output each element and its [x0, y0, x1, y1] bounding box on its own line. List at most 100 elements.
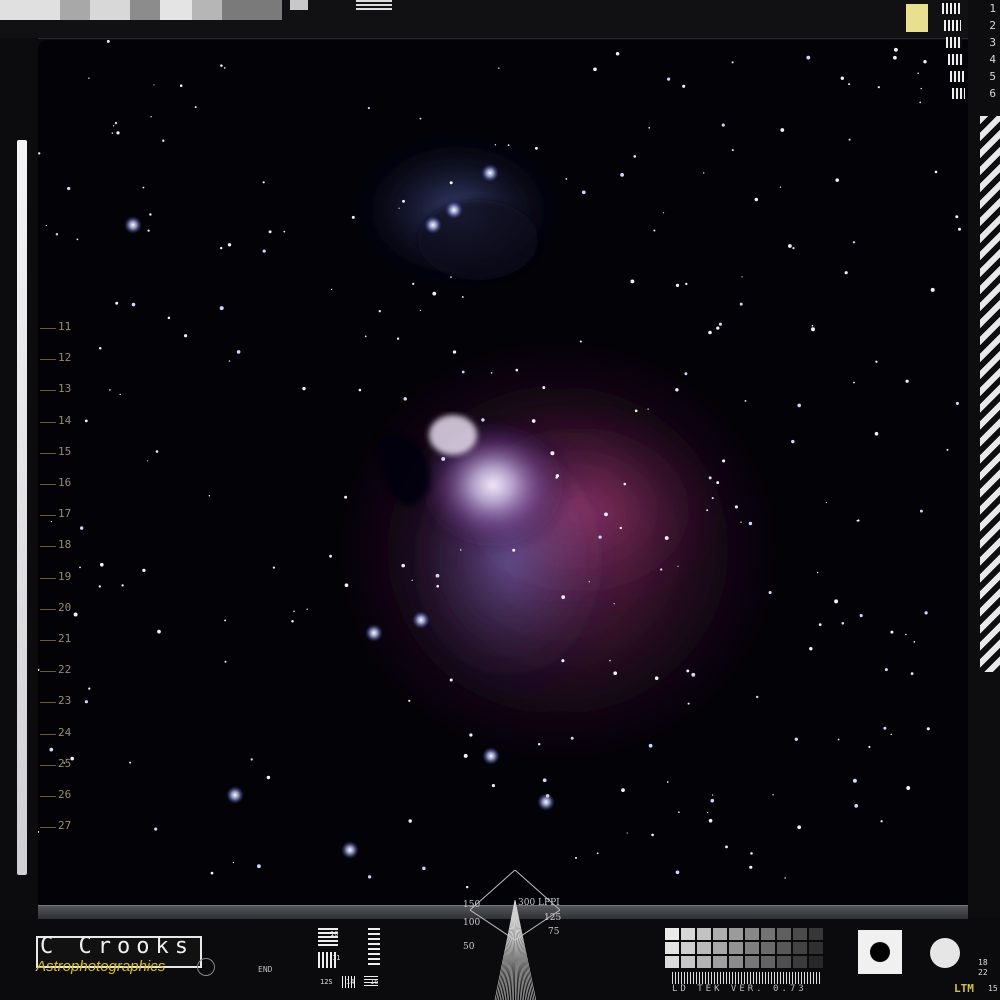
- star: [852, 778, 857, 783]
- star: [155, 450, 159, 453]
- star: [792, 246, 795, 250]
- star: [236, 350, 241, 354]
- star: [604, 512, 608, 517]
- logo-title: C Crooks: [40, 934, 194, 959]
- scale-tick: [40, 484, 56, 485]
- star: [633, 155, 637, 158]
- star: [835, 178, 839, 182]
- star: [634, 409, 638, 413]
- star: [893, 47, 898, 52]
- star: [710, 798, 715, 803]
- star: [660, 568, 663, 571]
- star: [754, 197, 759, 202]
- star: [593, 67, 597, 72]
- star: [647, 408, 649, 410]
- star: [718, 322, 722, 326]
- star: [675, 870, 680, 875]
- star: [877, 86, 880, 89]
- star: [147, 229, 150, 232]
- star: [512, 548, 516, 552]
- star: [854, 804, 859, 808]
- res-key-bars: [950, 71, 964, 82]
- star: [111, 132, 114, 134]
- star: [930, 287, 935, 292]
- star: [153, 84, 155, 86]
- star: [890, 630, 894, 634]
- bright-star: [537, 793, 555, 811]
- star: [67, 186, 71, 191]
- star: [648, 126, 651, 129]
- scale-tick: [40, 827, 56, 829]
- res-key-label: 6: [989, 87, 996, 100]
- logo-subtitle: Astrophotographics: [36, 958, 166, 975]
- star: [344, 495, 348, 499]
- gray-step: [697, 956, 711, 968]
- star: [401, 563, 405, 568]
- star: [874, 431, 879, 436]
- res-key-label: 1: [989, 2, 996, 15]
- star: [834, 599, 839, 604]
- star: [114, 121, 118, 125]
- side-num-15: 15: [988, 984, 998, 993]
- star: [797, 403, 802, 408]
- star: [920, 87, 922, 90]
- gray-step: [729, 956, 743, 968]
- star: [154, 827, 158, 831]
- resolution-key: 1 2 3 4 5 6: [940, 0, 1000, 112]
- res-key-label: 2: [989, 19, 996, 32]
- star: [396, 337, 400, 340]
- nebula-starfield: [38, 40, 961, 889]
- star: [816, 571, 819, 574]
- star: [613, 603, 615, 605]
- star: [481, 418, 485, 422]
- scale-label: 11: [58, 320, 72, 333]
- star: [113, 125, 115, 127]
- scale-tick: [40, 546, 56, 548]
- star: [588, 581, 590, 583]
- star: [686, 669, 690, 673]
- star: [788, 244, 792, 248]
- star: [228, 360, 231, 362]
- star: [119, 393, 121, 396]
- star: [542, 386, 546, 390]
- bright-star: [412, 611, 430, 629]
- star: [654, 676, 659, 680]
- star: [565, 178, 568, 180]
- star: [579, 340, 582, 343]
- star: [883, 726, 887, 730]
- star: [494, 144, 497, 146]
- star: [262, 249, 266, 253]
- star: [919, 101, 922, 104]
- star: [266, 775, 271, 780]
- star: [450, 276, 452, 278]
- star: [402, 199, 405, 203]
- star: [619, 526, 623, 530]
- star: [905, 379, 909, 383]
- bright-star: [445, 201, 463, 219]
- lppi-100: 100: [463, 918, 481, 928]
- res-label-11: 11: [332, 954, 341, 962]
- star: [675, 388, 679, 392]
- star: [219, 306, 224, 311]
- gray-step: [809, 928, 823, 940]
- scale-label: 12: [58, 351, 72, 365]
- star: [432, 291, 437, 296]
- star: [859, 614, 863, 618]
- star: [852, 241, 856, 244]
- star: [162, 139, 165, 142]
- scale-tick: [40, 702, 56, 704]
- star: [630, 279, 635, 284]
- gray-step: [761, 942, 775, 954]
- gray-step: [681, 928, 695, 940]
- star: [666, 781, 669, 783]
- star: [648, 743, 653, 748]
- star: [227, 243, 232, 247]
- grayscale-step-grid: [665, 928, 825, 970]
- lppi-75: 75: [548, 927, 560, 937]
- star: [910, 672, 914, 675]
- star: [818, 623, 822, 626]
- star: [924, 611, 928, 615]
- star: [408, 819, 412, 823]
- star: [721, 123, 725, 127]
- star: [731, 149, 734, 152]
